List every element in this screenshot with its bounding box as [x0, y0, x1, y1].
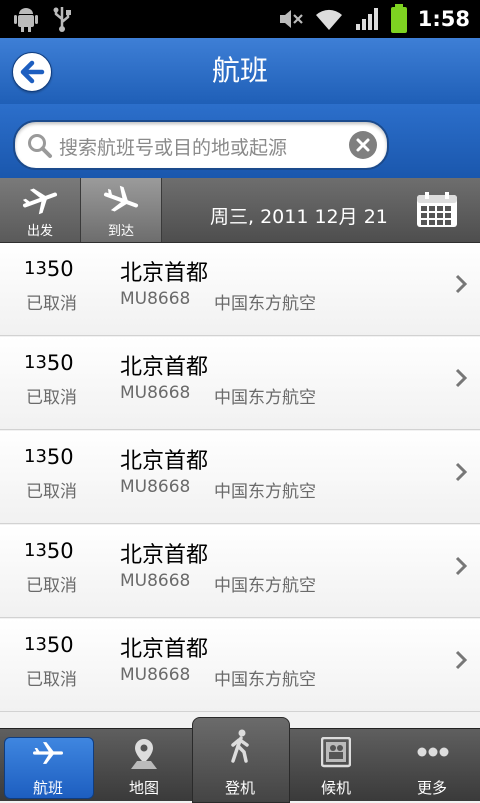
flight-city: 北京首都: [120, 543, 209, 568]
mute-icon: [279, 10, 303, 28]
search-icon: [28, 134, 52, 158]
flight-airline: 中国东方航空: [214, 294, 316, 314]
flight-status: 已取消: [26, 670, 77, 690]
search-placeholder: 搜索航班号或目的地或起源: [59, 137, 288, 159]
flight-airline: 中国东方航空: [214, 482, 316, 502]
tab-label: 地图: [128, 779, 159, 797]
filter-bar: 出发 到达 周三, 2011 12月 21: [0, 178, 480, 243]
back-arrow-icon: [20, 60, 45, 84]
departure-button[interactable]: 出发: [0, 178, 81, 242]
flight-time: 1350: [24, 257, 74, 281]
flight-row[interactable]: 1350 北京首都 已取消 MU8668 中国东方航空: [0, 337, 480, 430]
wifi-icon: [315, 9, 342, 30]
plane-icon: [33, 742, 63, 764]
tab-flights[interactable]: 航班: [0, 729, 96, 801]
arrival-button[interactable]: 到达: [81, 178, 162, 242]
flight-number: MU8668: [120, 289, 191, 309]
android-debug-icon: [14, 8, 38, 32]
flight-time: 1350: [24, 351, 74, 375]
flight-city: 北京首都: [120, 261, 209, 286]
flight-status: 已取消: [26, 482, 77, 502]
flight-time: 1350: [24, 633, 74, 657]
tab-bar: 航班 地图 登机 候机 更多: [0, 717, 480, 803]
tab-label: 更多: [416, 779, 447, 797]
departure-label: 出发: [26, 224, 53, 239]
page-title: 航班: [211, 54, 268, 87]
clock: 1:58: [417, 7, 470, 31]
usb-icon: [53, 7, 71, 32]
walking-person-icon: [231, 729, 249, 763]
flight-number: MU8668: [120, 383, 191, 403]
tab-boarding[interactable]: 登机: [192, 717, 290, 803]
map-pin-icon: [131, 739, 157, 769]
departure-plane-icon: [22, 188, 58, 215]
arrival-label: 到达: [107, 224, 134, 239]
flight-list: 1350 北京首都 已取消 MU8668 中国东方航空 1350 北京首都 已取…: [0, 243, 480, 728]
more-dots-icon: [417, 747, 449, 757]
flight-time: 1350: [24, 445, 74, 469]
chevron-right-icon: [455, 650, 468, 670]
tab-label: 候机: [320, 779, 351, 797]
flight-number: MU8668: [120, 477, 191, 497]
chevron-right-icon: [455, 556, 468, 576]
search-input[interactable]: 搜索航班号或目的地或起源: [13, 120, 389, 170]
flight-status: 已取消: [26, 388, 77, 408]
flight-airline: 中国东方航空: [214, 576, 316, 596]
flight-time: 1350: [24, 539, 74, 563]
flight-row[interactable]: 1350 北京首都 已取消 MU8668 中国东方航空: [0, 619, 480, 712]
arrival-plane-icon: [103, 185, 139, 212]
clear-icon[interactable]: [349, 131, 377, 159]
flight-status: 已取消: [26, 294, 77, 314]
flight-status: 已取消: [26, 576, 77, 596]
flight-number: MU8668: [120, 571, 191, 591]
flight-row[interactable]: 1350 北京首都 已取消 MU8668 中国东方航空: [0, 431, 480, 524]
battery-icon: [390, 4, 407, 33]
flight-row[interactable]: 1350 北京首都 已取消 MU8668 中国东方航空: [0, 525, 480, 618]
flight-row[interactable]: 1350 北京首都 已取消 MU8668 中国东方航空: [0, 243, 480, 336]
flight-city: 北京首都: [120, 449, 209, 474]
lounge-icon: [321, 737, 351, 768]
date-label: 周三, 2011 12月 21: [210, 206, 388, 228]
flight-city: 北京首都: [120, 355, 209, 380]
search-bar: 搜索航班号或目的地或起源: [0, 104, 480, 178]
tab-lounge[interactable]: 候机: [288, 729, 384, 801]
chevron-right-icon: [455, 274, 468, 294]
flight-city: 北京首都: [120, 637, 209, 662]
chevron-right-icon: [455, 462, 468, 482]
back-button[interactable]: [12, 52, 52, 92]
tab-map[interactable]: 地图: [96, 729, 192, 801]
tab-more[interactable]: 更多: [384, 729, 480, 801]
chevron-right-icon: [455, 368, 468, 388]
tab-label: 航班: [32, 779, 63, 797]
calendar-icon[interactable]: [416, 192, 458, 228]
flight-airline: 中国东方航空: [214, 388, 316, 408]
tab-label: 登机: [224, 779, 255, 797]
status-bar: 1:58: [0, 0, 480, 38]
flight-airline: 中国东方航空: [214, 670, 316, 690]
flight-number: MU8668: [120, 665, 191, 685]
header: 航班: [0, 38, 480, 104]
signal-icon: [355, 8, 378, 30]
